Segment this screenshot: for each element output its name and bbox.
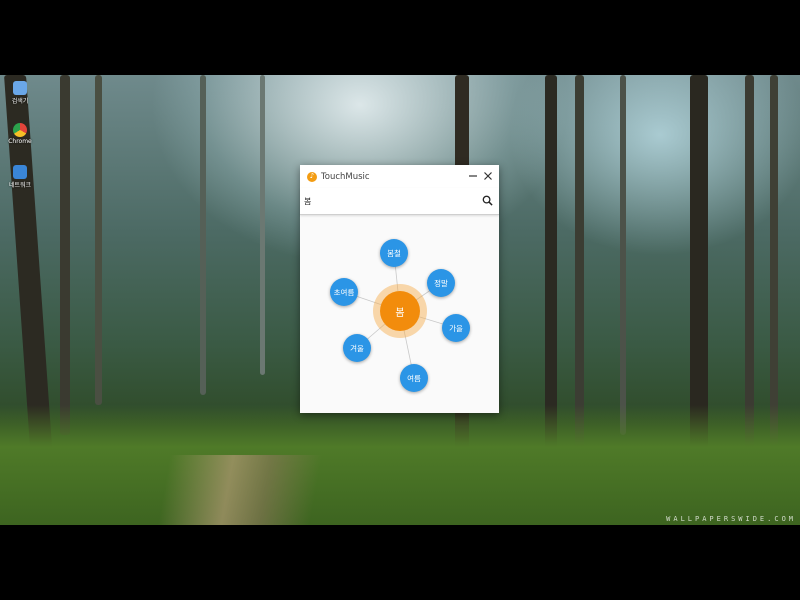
search-bar [300,188,499,215]
word-node[interactable]: 봄철 [380,239,408,267]
word-node[interactable]: 정말 [427,269,455,297]
word-graph: 봄 봄철 초여름 정말 가을 겨울 여름 [300,215,499,413]
window-title: TouchMusic [321,171,370,182]
music-note-icon: ♪ [307,171,317,182]
chrome-icon [13,123,27,137]
desktop-icon-label: Chrome [8,138,32,145]
search-input[interactable] [304,192,474,210]
desktop-icon-search[interactable]: 검색기 [4,81,36,105]
minimize-icon [469,175,477,177]
minimize-button[interactable] [466,169,480,183]
wallpaper-watermark: WALLPAPERSWIDE.COM [666,515,796,523]
word-node[interactable]: 초여름 [330,278,358,306]
desktop-icon-label: 네트워크 [8,182,32,189]
touchmusic-window: ♪ TouchMusic 봄 봄 봄철 초여름 정말 가을 겨울 여름 [300,165,499,413]
close-icon [484,172,492,180]
word-node[interactable]: 여름 [400,364,428,392]
search-app-icon [13,81,27,95]
search-icon[interactable] [482,195,493,206]
title-bar[interactable]: ♪ TouchMusic [300,165,499,188]
desktop-icon-chrome[interactable]: Chrome [4,123,36,145]
close-button[interactable] [481,169,495,183]
network-icon [13,165,27,179]
center-word-node[interactable]: 봄 [380,291,420,331]
word-node[interactable]: 가을 [442,314,470,342]
word-node[interactable]: 겨울 [343,334,371,362]
desktop-icon-label: 검색기 [11,98,29,105]
desktop-icon-network[interactable]: 네트워크 [4,165,36,189]
